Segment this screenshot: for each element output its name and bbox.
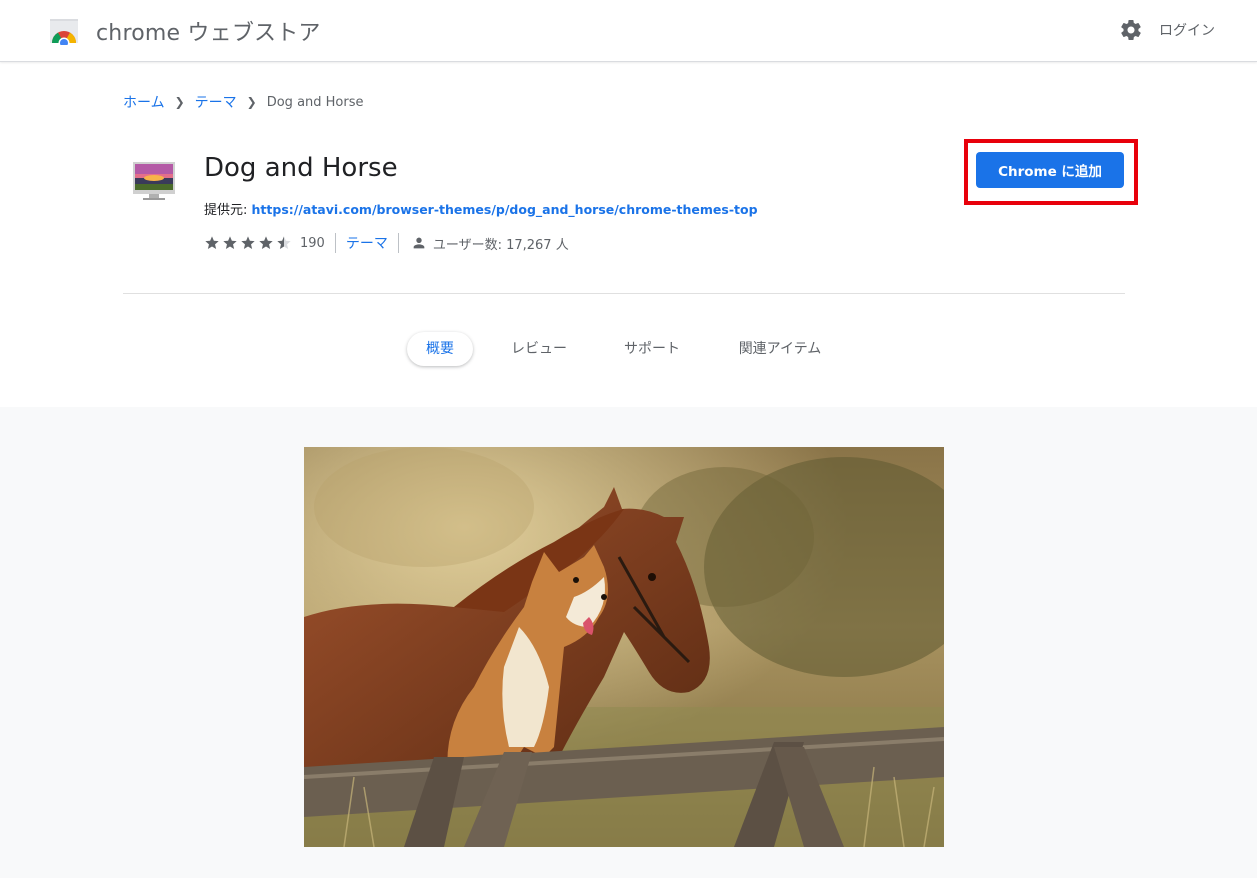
rating-count[interactable]: 190: [300, 236, 325, 251]
screenshot-gallery: [0, 407, 1257, 878]
star-full-icon: [205, 236, 219, 249]
tab-related[interactable]: 関連アイテム: [730, 332, 830, 366]
breadcrumb: ホーム ❯ テーマ ❯ Dog and Horse: [123, 92, 364, 112]
top-bar: chrome ウェブストア ログイン: [0, 0, 1257, 62]
tab-support[interactable]: サポート: [614, 332, 690, 366]
store-title[interactable]: chrome ウェブストア: [96, 15, 321, 47]
gear-icon[interactable]: [1119, 18, 1143, 42]
header-divider: [123, 293, 1125, 294]
meta-divider: [397, 233, 399, 253]
star-half-icon: [277, 236, 291, 249]
tab-bar: 概要 レビュー サポート 関連アイテム: [0, 332, 1257, 368]
user-icon: [413, 237, 425, 249]
user-count: ユーザー数: 17,267 人: [432, 237, 569, 253]
login-link[interactable]: ログイン: [1159, 20, 1215, 40]
provider-label: 提供元:: [204, 203, 248, 218]
tab-overview[interactable]: 概要: [407, 332, 473, 366]
theme-thumbnail-icon: [133, 162, 175, 200]
provider-line: 提供元: https://atavi.com/browser-themes/p/…: [204, 199, 758, 218]
tab-reviews[interactable]: レビュー: [503, 332, 575, 366]
chevron-right-icon: ❯: [174, 95, 185, 109]
item-title: Dog and Horse: [204, 153, 398, 183]
theme-screenshot-image[interactable]: [304, 447, 944, 847]
breadcrumb-current: Dog and Horse: [266, 94, 364, 110]
item-meta: 190 テーマ ユーザー数: 17,267 人: [204, 231, 569, 255]
star-full-icon: [259, 236, 273, 249]
meta-divider: [334, 233, 336, 253]
rating-stars[interactable]: [204, 235, 294, 251]
breadcrumb-category[interactable]: テーマ: [195, 92, 237, 112]
star-full-icon: [223, 236, 237, 249]
star-full-icon: [241, 236, 255, 249]
add-to-chrome-button[interactable]: Chrome に追加: [976, 152, 1124, 188]
chrome-web-store-logo-icon[interactable]: [48, 15, 80, 45]
category-link[interactable]: テーマ: [346, 233, 388, 253]
provider-link[interactable]: https://atavi.com/browser-themes/p/dog_a…: [252, 202, 758, 217]
chevron-right-icon: ❯: [246, 95, 257, 109]
breadcrumb-home[interactable]: ホーム: [123, 92, 165, 112]
